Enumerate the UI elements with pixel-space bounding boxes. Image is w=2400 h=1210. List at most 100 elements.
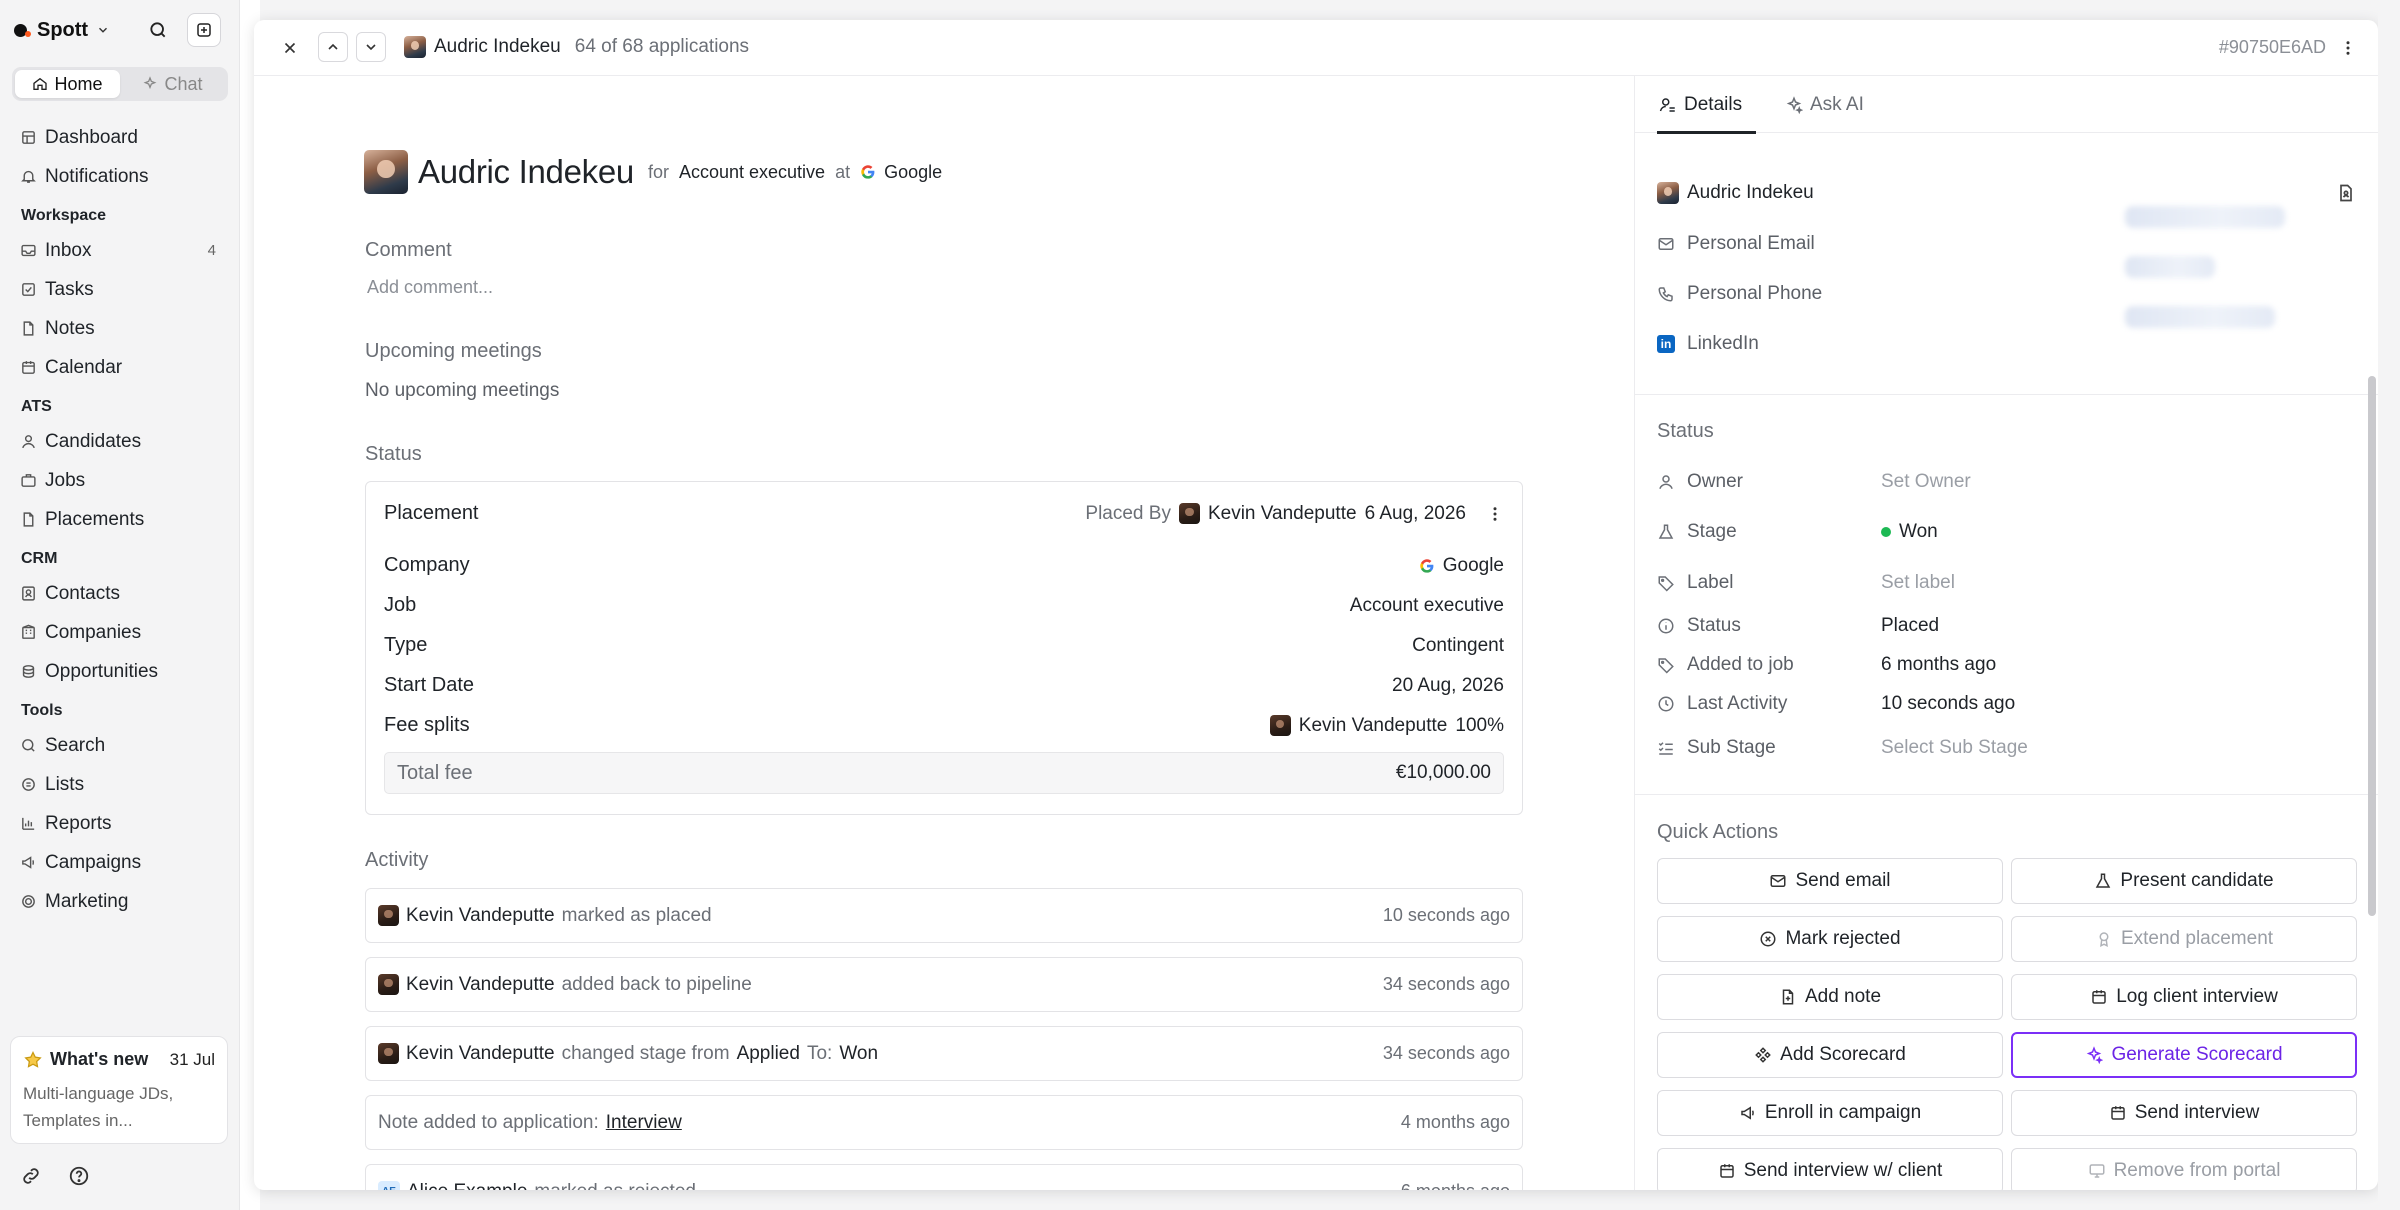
contact-icon [22, 586, 35, 601]
status-label: Status [365, 443, 422, 465]
sidebar-item-notifications[interactable]: Notifications [0, 157, 240, 196]
hero-company-link[interactable]: Google [860, 162, 942, 183]
status-row-added: Added to job 6 months ago [1657, 654, 2356, 676]
activity-actor: Kevin Vandeputte [406, 973, 555, 995]
modal-header: Audric Indekeu 64 of 68 applications #90… [254, 20, 2378, 76]
app-name: Spott [37, 18, 89, 41]
sidebar-item-label: Search [45, 734, 106, 756]
sidebar-item-reports[interactable]: Reports [0, 804, 240, 843]
hero-job-link[interactable]: Account executive [679, 162, 825, 183]
sparkle-icon [2087, 1046, 2104, 1064]
sidebar-item-tasks[interactable]: Tasks [0, 270, 240, 309]
owner-selector[interactable]: Set Owner [1881, 471, 1971, 493]
activity-item: Kevin Vandeputte marked as placed 10 sec… [365, 888, 1523, 943]
tab-home-label: Home [54, 73, 103, 94]
placement-row-value: Contingent [1412, 634, 1504, 656]
sidebar-item-opportunities[interactable]: Opportunities [0, 652, 240, 691]
sidebar-item-campaigns[interactable]: Campaigns [0, 843, 240, 882]
candidate-name: Audric Indekeu [1687, 182, 1814, 203]
next-application-button[interactable] [356, 32, 386, 62]
tab-details[interactable]: Details [1656, 76, 1757, 134]
sub-stage-selector[interactable]: Select Sub Stage [1881, 737, 2028, 759]
activity-item: Kevin Vandeputte changed stage from Appl… [365, 1026, 1523, 1081]
activity-time: 4 months ago [1400, 1112, 1510, 1132]
stage-selector[interactable]: Won [1881, 521, 1938, 543]
flask-icon [1658, 524, 1674, 539]
tab-home[interactable]: Home [15, 70, 120, 98]
redacted-phone[interactable] [2125, 256, 2215, 278]
send-interview-with-client-button[interactable]: Send interview w/ client [1657, 1148, 2003, 1190]
activity-time: 6 months ago [1401, 1181, 1510, 1190]
sidebar-item-inbox[interactable]: Inbox 4 [0, 231, 240, 270]
sidebar-item-notes[interactable]: Notes [0, 309, 240, 348]
sidebar-item-candidates[interactable]: Candidates [0, 422, 240, 461]
sidebar-item-search[interactable]: Search [0, 726, 240, 765]
avatar [404, 36, 426, 58]
tab-ask-ai-label: Ask AI [1810, 93, 1864, 115]
activity-action: marked as rejected [534, 1181, 696, 1191]
new-item-icon[interactable] [187, 13, 221, 47]
tab-ask-ai[interactable]: Ask AI [1785, 76, 1864, 133]
send-email-button[interactable]: Send email [1657, 858, 2003, 904]
sidebar-item-placements[interactable]: Placements [0, 500, 240, 539]
add-scorecard-button[interactable]: Add Scorecard [1657, 1032, 2003, 1078]
candidate-row: Audric Indekeu [1657, 182, 2356, 204]
info-icon [1658, 618, 1674, 634]
extend-placement-button[interactable]: Extend placement [2011, 916, 2357, 962]
building-icon [22, 624, 35, 639]
award-icon [2099, 932, 2109, 948]
tab-chat[interactable]: Chat [120, 70, 225, 98]
redacted-email[interactable] [2125, 206, 2285, 228]
sidebar-item-jobs[interactable]: Jobs [0, 461, 240, 500]
help-icon[interactable] [65, 1162, 93, 1190]
present-candidate-button[interactable]: Present candidate [2011, 858, 2357, 904]
log-client-interview-button[interactable]: Log client interview [2011, 974, 2357, 1020]
redacted-linkedin[interactable] [2125, 306, 2275, 328]
chevron-down-icon [366, 44, 376, 51]
link-icon[interactable] [17, 1162, 45, 1190]
fee-split-percent: 100% [1455, 714, 1504, 736]
contact-row-linkedin: in LinkedIn [1657, 333, 2356, 355]
activity-note-link[interactable]: Interview [606, 1112, 682, 1134]
sidebar-item-marketing[interactable]: Marketing [0, 882, 240, 921]
search-icon[interactable] [141, 13, 175, 47]
avatar [1269, 715, 1291, 736]
whats-new-card[interactable]: What's new 31 Jul Multi-language JDs, Te… [10, 1036, 228, 1144]
calendar-icon [1719, 1164, 1734, 1178]
divider [1635, 794, 2378, 795]
close-icon[interactable] [276, 34, 304, 62]
background-edge [2378, 0, 2400, 1210]
bell-icon [21, 170, 36, 183]
mark-rejected-button[interactable]: Mark rejected [1657, 916, 2003, 962]
label-selector[interactable]: Set label [1881, 572, 1955, 594]
sidebar-item-calendar[interactable]: Calendar [0, 348, 240, 387]
comment-input[interactable]: Add comment... [367, 277, 493, 298]
scrollbar[interactable] [2368, 376, 2376, 916]
more-options-icon[interactable] [2334, 34, 2362, 62]
previous-application-button[interactable] [318, 32, 348, 62]
status-row-label: Sub Stage [1687, 737, 1776, 758]
status-heading: Status [1657, 420, 1714, 442]
more-options-icon[interactable] [1486, 505, 1504, 523]
generate-scorecard-button[interactable]: Generate Scorecard [2011, 1032, 2357, 1078]
sidebar-item-lists[interactable]: Lists [0, 765, 240, 804]
user-icon [1659, 475, 1673, 489]
enroll-in-campaign-button[interactable]: Enroll in campaign [1657, 1090, 2003, 1136]
add-note-button[interactable]: Add note [1657, 974, 2003, 1020]
activity-action: added back to pipeline [561, 973, 752, 995]
file-icon [23, 321, 34, 336]
sidebar-item-dashboard[interactable]: Dashboard [0, 118, 240, 157]
application-main: Audric Indekeu for Account executive at … [254, 76, 1634, 1190]
workspace-switcher[interactable]: Spott [14, 14, 110, 46]
button-label: Extend placement [2120, 928, 2274, 949]
sidebar-item-companies[interactable]: Companies [0, 613, 240, 652]
activity-action: marked as placed [561, 904, 712, 926]
send-interview-button[interactable]: Send interview [2011, 1090, 2357, 1136]
contact-row-phone: Personal Phone [1657, 283, 2356, 305]
sidebar-item-contacts[interactable]: Contacts [0, 574, 240, 613]
remove-from-portal-button[interactable]: Remove from portal [2011, 1148, 2357, 1190]
status-row-last-activity: Last Activity 10 seconds ago [1657, 693, 2356, 715]
resume-icon[interactable] [2336, 183, 2356, 203]
placement-row-value: Account executive [1349, 594, 1504, 616]
avatar [1657, 182, 1679, 204]
